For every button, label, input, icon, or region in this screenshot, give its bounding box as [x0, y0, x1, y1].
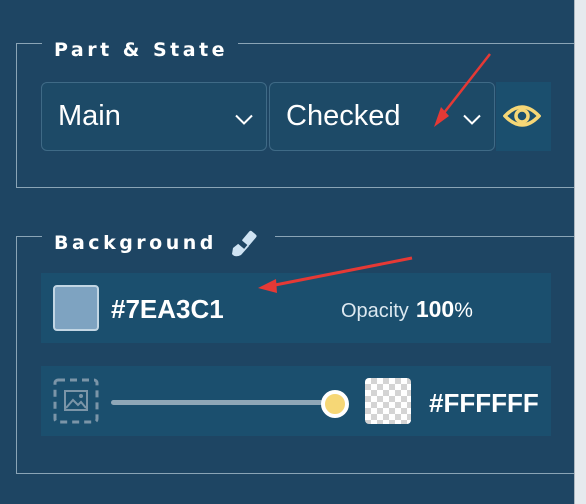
- annotation-arrows: [258, 53, 491, 293]
- style-editor-panel: { "part_state": { "legend": "Part & Stat…: [0, 0, 586, 504]
- annotation-arrow-background: [258, 256, 413, 293]
- scrollbar-track[interactable]: [575, 0, 586, 504]
- annotation-arrow-state: [434, 53, 491, 127]
